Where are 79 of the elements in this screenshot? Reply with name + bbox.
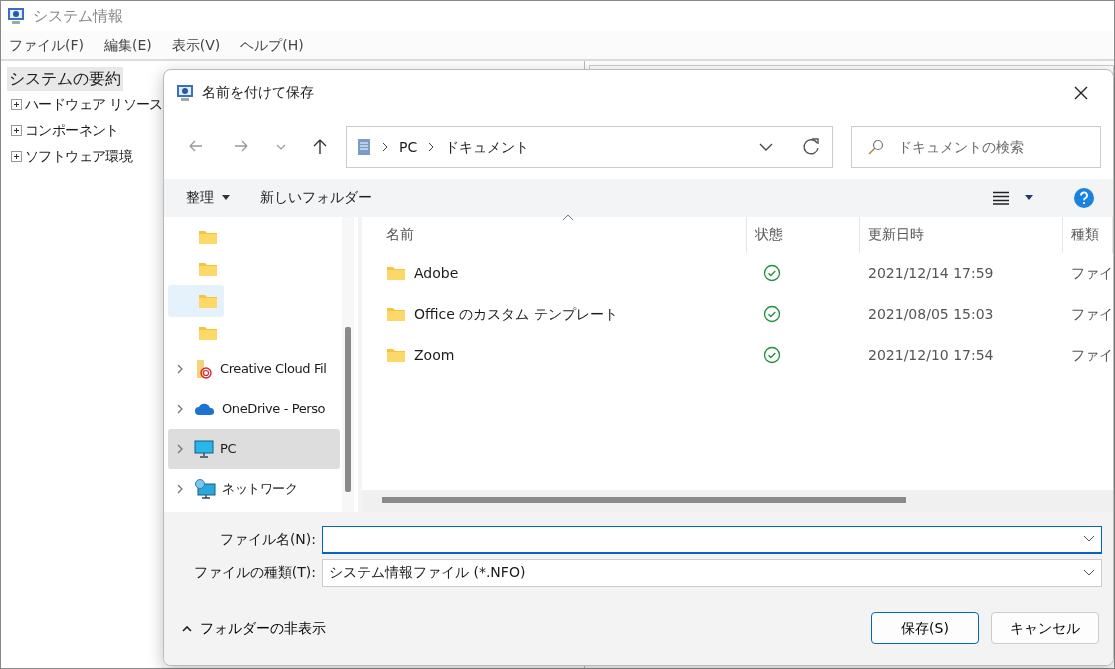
type-text: ファイ	[1071, 345, 1113, 365]
folder-icon	[198, 228, 218, 245]
caret-icon	[222, 195, 230, 201]
save-button[interactable]: 保存(S)	[871, 612, 979, 645]
help-icon[interactable]	[1073, 186, 1095, 209]
cloud-folder-icon	[194, 358, 214, 379]
dialog-title: 名前を付けて保存	[202, 83, 315, 103]
folder-icon	[198, 292, 218, 309]
expand-icon[interactable]	[11, 124, 22, 136]
cloud-icon	[194, 401, 216, 416]
search-field[interactable]: ドキュメントの検索	[850, 126, 1101, 169]
cancel-button[interactable]: キャンセル	[991, 612, 1099, 645]
chevron-right-icon[interactable]	[176, 442, 184, 455]
tree-item[interactable]: ハードウェア リソース	[25, 93, 163, 115]
folder-icon	[386, 265, 406, 282]
network-icon	[194, 478, 216, 499]
chevron-down-icon	[275, 144, 286, 151]
file-name: Zoom	[414, 345, 455, 365]
date-text: 2021/08/05 15:03	[868, 304, 994, 324]
file-type-dropdown[interactable]: システム情報ファイル (*.NFO)	[322, 558, 1102, 587]
search-icon	[867, 139, 884, 156]
column-header[interactable]: 状態	[747, 216, 860, 253]
column-header[interactable]: 名前	[362, 216, 747, 253]
caret-icon	[1025, 195, 1033, 201]
folder-icon	[198, 260, 218, 277]
nav-item[interactable]: PC	[168, 428, 340, 469]
file-name: Adobe	[414, 263, 459, 283]
date-text: 2021/12/10 17:54	[868, 345, 994, 365]
chevron-down-icon	[1083, 568, 1095, 577]
file-name-field[interactable]	[322, 525, 1102, 554]
column-header[interactable]: 種類	[1063, 216, 1113, 253]
file-row[interactable]: Adobe 2021/12/14 17:59 ファイ	[362, 252, 1113, 294]
tree-item[interactable]: ソフトウェア環境	[25, 145, 133, 167]
nav-item[interactable]: OneDrive - Perso	[168, 388, 340, 429]
nav-item[interactable]: Creative Cloud Fil	[168, 348, 340, 389]
chevron-down-icon	[1083, 535, 1095, 544]
list-view-icon	[993, 190, 1009, 205]
breadcrumb-item[interactable]: PC	[399, 136, 418, 158]
type-text: ファイ	[1071, 263, 1113, 283]
hide-folders-button[interactable]: フォルダーの非表示	[178, 613, 330, 643]
monitor-icon	[194, 439, 214, 458]
menu-item[interactable]: 編集(E)	[102, 34, 154, 56]
folder-icon	[386, 347, 406, 364]
document-icon	[357, 138, 372, 157]
folder-icon	[386, 306, 406, 323]
field-label: ファイルの種類(T):	[192, 563, 317, 583]
app-icon	[176, 83, 194, 102]
window-title: システム情報	[33, 5, 123, 27]
chevron-right-icon	[381, 142, 390, 153]
expand-icon[interactable]	[11, 150, 22, 162]
file-row[interactable]: Zoom 2021/12/10 17:54 ファイ	[362, 334, 1113, 376]
menu-item[interactable]: 表示(V)	[169, 34, 223, 56]
close-icon	[1073, 84, 1089, 101]
scrollbar-thumb[interactable]	[345, 326, 351, 492]
chevron-up-icon	[182, 624, 192, 632]
date-text: 2021/12/14 17:59	[868, 263, 994, 283]
breadcrumb-item[interactable]: ドキュメント	[445, 136, 530, 158]
new-folder-button[interactable]: 新しいフォルダー	[250, 183, 382, 213]
address-bar[interactable]: PC ドキュメント	[346, 126, 833, 169]
scrollbar-thumb[interactable]	[382, 497, 906, 504]
folder-icon	[198, 324, 218, 341]
tree-item[interactable]: コンポーネント	[25, 119, 119, 141]
nav-item[interactable]: ネットワーク	[168, 468, 340, 509]
tree-item[interactable]: システムの要約	[7, 67, 123, 91]
menu-item[interactable]: ファイル(F)	[7, 34, 86, 56]
file-name: Office のカスタム テンプレート	[414, 304, 618, 324]
chevron-right-icon	[427, 142, 436, 153]
field-label: ファイル名(N):	[218, 530, 317, 550]
file-row[interactable]: Office のカスタム テンプレート 2021/08/05 15:03 ファイ	[362, 293, 1113, 335]
chevron-right-icon[interactable]	[176, 362, 184, 375]
expand-icon[interactable]	[11, 98, 22, 110]
organize-menu[interactable]: 整理	[176, 183, 240, 213]
type-text: ファイ	[1071, 304, 1113, 324]
chevron-right-icon[interactable]	[176, 402, 184, 415]
menu-item[interactable]: ヘルプ(H)	[238, 34, 306, 56]
app-icon	[7, 7, 25, 25]
search-input[interactable]: ドキュメントの検索	[895, 135, 1084, 159]
chevron-right-icon[interactable]	[176, 482, 184, 495]
column-header[interactable]: 更新日時	[860, 216, 1063, 253]
